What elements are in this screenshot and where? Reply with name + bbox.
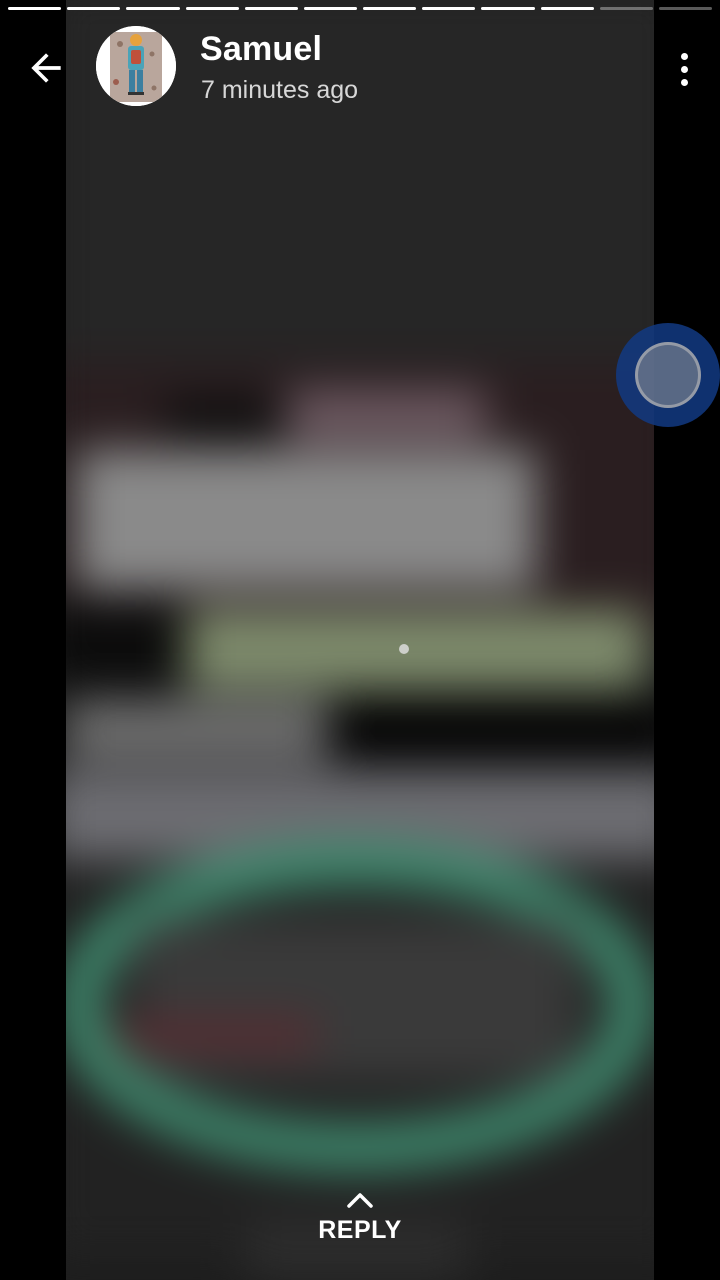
status-header: Samuel 7 minutes ago	[0, 20, 720, 116]
person-with-backpack-avatar	[96, 26, 176, 106]
arrow-left-icon	[31, 53, 61, 83]
more-options-button[interactable]	[668, 44, 700, 94]
progress-segment	[540, 7, 594, 10]
status-viewer[interactable]: Samuel 7 minutes ago REPLY	[0, 0, 720, 1280]
floating-assistive-touch-button[interactable]	[616, 323, 720, 427]
contact-name: Samuel	[200, 30, 323, 68]
progress-segment	[8, 7, 62, 10]
blurred-background	[66, 0, 654, 1280]
more-vertical-icon-dot	[680, 78, 688, 86]
more-vertical-icon-dot	[680, 65, 688, 73]
progress-segment	[481, 7, 535, 10]
progress-segment	[422, 7, 476, 10]
more-vertical-icon	[680, 52, 688, 60]
progress-segment	[67, 7, 121, 10]
chevron-up-icon	[347, 1193, 373, 1208]
contact-avatar[interactable]	[96, 26, 176, 106]
progress-segment	[363, 7, 417, 10]
reply-label: REPLY	[318, 1216, 402, 1244]
progress-segment	[303, 7, 358, 10]
progress-segment	[658, 7, 713, 10]
progress-segment	[126, 7, 180, 10]
status-progress-bar	[8, 7, 713, 11]
back-button[interactable]	[18, 42, 74, 94]
progress-segment	[185, 7, 239, 10]
reply-button[interactable]: REPLY	[260, 1188, 460, 1268]
progress-segment	[244, 7, 298, 10]
progress-segment	[599, 7, 653, 10]
assistive-touch-inner	[635, 342, 701, 408]
status-timestamp: 7 minutes ago	[201, 76, 359, 104]
media-center-dot	[399, 644, 409, 654]
status-media-blurred[interactable]	[66, 0, 654, 1280]
